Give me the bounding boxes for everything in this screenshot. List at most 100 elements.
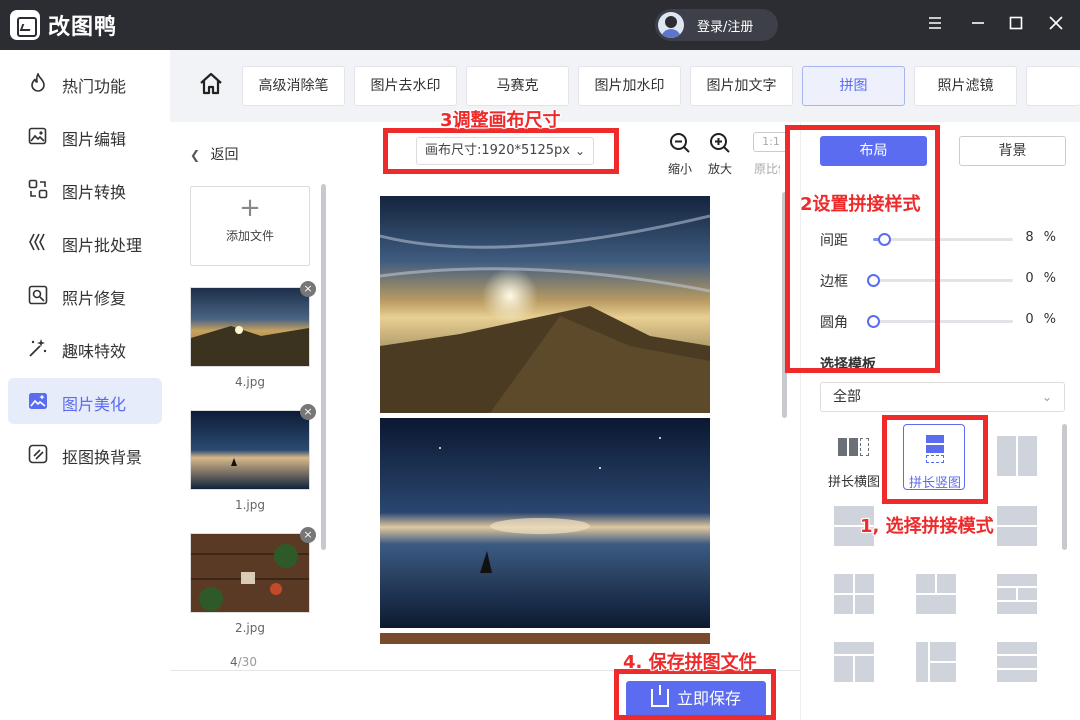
template-cell	[860, 438, 869, 456]
collage-preview	[380, 196, 710, 644]
chevron-down-icon: ⌄	[574, 144, 585, 158]
template-cell	[997, 588, 1016, 600]
chevron-left-icon: ❮	[190, 148, 201, 162]
zoom-in-button[interactable]: 放大	[705, 132, 735, 177]
sidebar-item-repair[interactable]: 照片修复	[8, 272, 162, 318]
canvas-size-select[interactable]: 画布尺寸:1920*5125px ⌄	[416, 137, 594, 165]
template-cell	[997, 642, 1037, 654]
template-filter-value: 全部	[833, 389, 861, 405]
slider-track[interactable]	[867, 274, 1013, 287]
template-grid[interactable]	[997, 506, 1059, 568]
maximize-icon[interactable]	[1004, 13, 1028, 37]
template-cell	[855, 595, 874, 614]
template-scrollbar[interactable]	[1062, 424, 1067, 550]
template-long-horizontal[interactable]: 拼长横图	[823, 424, 885, 490]
sidebar-item-convert[interactable]: 图片转换	[8, 166, 162, 212]
add-file-button[interactable]: + 添加文件	[190, 186, 310, 266]
zoom-in-icon	[710, 133, 730, 153]
sidebar-item-batch[interactable]: 图片批处理	[8, 219, 162, 265]
template-grid[interactable]	[997, 574, 1059, 636]
sidebar-item-label: 照片修复	[62, 289, 127, 308]
slider-unit: %	[1043, 271, 1056, 286]
template-grid[interactable]	[834, 574, 896, 636]
magic-wand-icon	[29, 339, 47, 357]
sidebar-item-beautify[interactable]: 图片美化	[8, 378, 162, 424]
slider-knob[interactable]	[878, 233, 891, 246]
file-item[interactable]: × 4.jpg	[190, 281, 316, 389]
remove-file-icon[interactable]: ×	[300, 527, 316, 543]
tab-background[interactable]: 背景	[959, 136, 1066, 166]
canvas-size-value: 画布尺寸:1920*5125px	[425, 143, 570, 158]
slider-knob[interactable]	[867, 274, 880, 287]
template-grid[interactable]	[997, 436, 1059, 498]
template-cell	[997, 506, 1037, 525]
home-icon[interactable]	[197, 70, 225, 98]
slider-track[interactable]	[873, 233, 1013, 246]
spacing-slider[interactable]: 间距 8%	[820, 229, 1065, 249]
save-now-button[interactable]: 立即保存	[626, 681, 766, 717]
file-item[interactable]: × 1.jpg	[190, 404, 316, 512]
back-button[interactable]: ❮ 返回	[190, 144, 239, 164]
menu-icon[interactable]	[923, 13, 947, 37]
zoom-in-label: 放大	[707, 162, 732, 176]
close-icon[interactable]	[1044, 13, 1068, 37]
remove-file-icon[interactable]: ×	[300, 281, 316, 297]
sidebar-item-label: 图片美化	[62, 395, 127, 414]
file-name: 4.jpg	[234, 375, 266, 389]
tab-add-text[interactable]: 图片加文字	[690, 66, 793, 106]
spacing-value: 8%	[1020, 230, 1056, 245]
file-count-current: 4	[230, 655, 238, 669]
sidebar-item-label: 抠图换背景	[62, 448, 143, 467]
template-cell	[916, 595, 956, 614]
photo-repair-icon	[28, 285, 48, 305]
slider-track[interactable]	[867, 315, 1013, 328]
tab-layout[interactable]: 布局	[820, 136, 927, 166]
template-grid[interactable]	[916, 574, 978, 636]
sidebar-item-hot[interactable]: 热门功能	[8, 60, 162, 106]
template-cell	[997, 670, 1037, 682]
tab-photo-filter[interactable]: 照片滤镜	[914, 66, 1017, 106]
tab-more[interactable]	[1026, 66, 1080, 106]
zoom-out-icon	[670, 133, 690, 153]
remove-file-icon[interactable]: ×	[300, 404, 316, 420]
tab-collage[interactable]: 拼图	[802, 66, 905, 106]
plus-icon: +	[239, 193, 261, 223]
annotation-label-1: 1, 选择拼接模式	[860, 516, 994, 537]
sidebar-item-edit[interactable]: 图片编辑	[8, 113, 162, 159]
canvas-scrollbar[interactable]	[782, 192, 787, 418]
sidebar-item-effects[interactable]: 趣味特效	[8, 325, 162, 371]
border-slider[interactable]: 边框 0%	[820, 270, 1065, 290]
template-cell	[849, 438, 858, 456]
template-grid[interactable]	[834, 642, 896, 704]
template-cell	[834, 642, 874, 654]
login-button[interactable]: 登录/注册	[655, 9, 778, 41]
slider-value: 0	[1025, 271, 1034, 286]
original-ratio-button[interactable]: 1:1	[753, 132, 789, 152]
template-cell	[855, 574, 874, 593]
flame-icon	[31, 73, 45, 92]
slider-knob[interactable]	[867, 315, 880, 328]
tab-remove-watermark[interactable]: 图片去水印	[354, 66, 457, 106]
collage-image	[380, 418, 710, 628]
tab-add-watermark[interactable]: 图片加水印	[578, 66, 681, 106]
title-bar: 改图鸭 登录/注册	[0, 0, 1080, 50]
template-cell	[997, 602, 1037, 614]
file-count: 4/30	[230, 655, 257, 669]
template-grid[interactable]	[997, 642, 1059, 704]
corner-radius-slider[interactable]: 圆角 0%	[820, 311, 1065, 331]
original-ratio-label: 原比例	[754, 162, 780, 176]
file-name: 2.jpg	[234, 621, 266, 635]
minimize-icon[interactable]	[966, 13, 990, 37]
file-item[interactable]: × 2.jpg	[190, 527, 316, 635]
template-long-vertical[interactable]: 拼长竖图	[903, 424, 965, 491]
template-grid[interactable]	[916, 642, 978, 704]
template-cell	[937, 574, 956, 593]
tab-advanced-eraser[interactable]: 高级消除笔	[242, 66, 345, 106]
template-filter-select[interactable]: 全部 ⌄	[820, 382, 1065, 412]
template-cell	[855, 656, 874, 682]
sidebar-item-cutout[interactable]: 抠图换背景	[8, 431, 162, 477]
tab-mosaic[interactable]: 马赛克	[466, 66, 569, 106]
slider-value: 0	[1025, 312, 1034, 327]
file-list-scrollbar[interactable]	[321, 184, 326, 550]
zoom-out-button[interactable]: 缩小	[665, 132, 695, 177]
